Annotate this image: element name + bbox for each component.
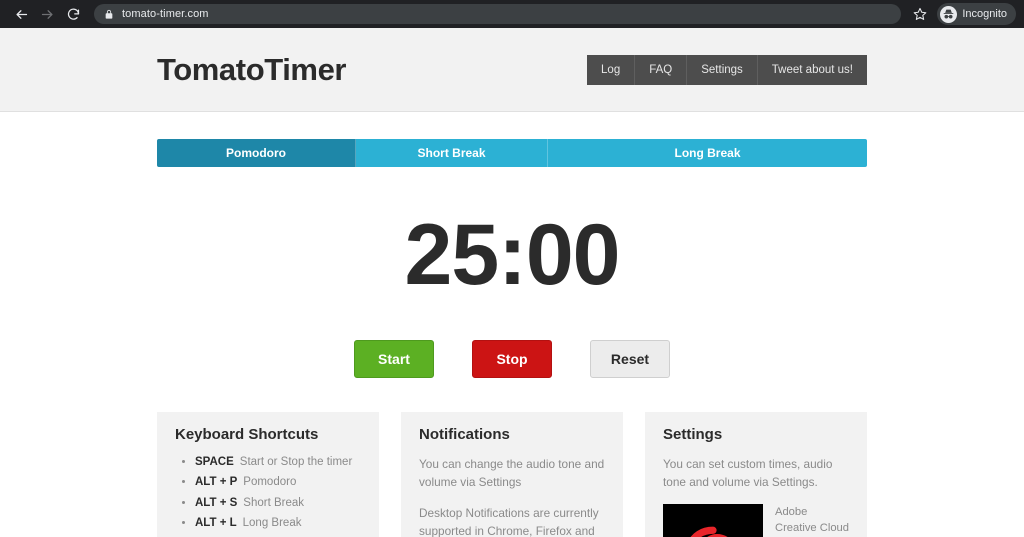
lock-icon bbox=[104, 9, 114, 20]
notifications-paragraph-2: Desktop Notifications are currently supp… bbox=[419, 505, 599, 537]
nav-item-log[interactable]: Log bbox=[587, 54, 636, 85]
chrome-actions: Incognito bbox=[909, 3, 1016, 25]
list-item: SPACE Start or Stop the timer bbox=[195, 455, 361, 469]
shortcut-key: ALT + L bbox=[195, 517, 237, 530]
shortcut-desc: Pomodoro bbox=[243, 476, 297, 489]
panel-title: Keyboard Shortcuts bbox=[175, 426, 319, 443]
arrow-left-icon bbox=[16, 9, 27, 19]
nav-item-tweet[interactable]: Tweet about us! bbox=[758, 55, 867, 85]
info-panels: Keyboard Shortcuts SPACE Start or Stop th… bbox=[157, 412, 867, 537]
timer-controls: Start Stop Reset bbox=[157, 340, 867, 378]
site-header: TomatoTimer Log FAQ Settings Tweet about… bbox=[0, 28, 1024, 112]
browser-toolbar: tomato-timer.com Incognito bbox=[0, 0, 1024, 28]
panel-keyboard-shortcuts: Keyboard Shortcuts SPACE Start or Stop th… bbox=[157, 412, 379, 537]
reload-icon bbox=[67, 8, 79, 20]
tab-long-break[interactable]: Long Break bbox=[548, 139, 867, 167]
panel-title: Notifications bbox=[419, 426, 510, 443]
reload-button[interactable] bbox=[60, 1, 86, 27]
arrow-right-icon bbox=[41, 9, 52, 19]
ad-text: Adobe Creative Cloud for Teams starting … bbox=[775, 505, 849, 535]
panel-settings: Settings You can set custom times, audio… bbox=[645, 412, 867, 537]
tab-short-break[interactable]: Short Break bbox=[356, 139, 548, 167]
incognito-icon bbox=[940, 5, 958, 23]
shortcut-key: SPACE bbox=[195, 456, 234, 468]
panel-title: Settings bbox=[663, 426, 723, 443]
main-nav: Log FAQ Settings Tweet about us! bbox=[587, 54, 867, 85]
start-button[interactable]: Start bbox=[354, 340, 434, 378]
nav-item-settings[interactable]: Settings bbox=[687, 54, 758, 85]
star-icon[interactable] bbox=[909, 7, 931, 21]
panel-notifications: Notifications You can change the audio t… bbox=[401, 412, 623, 537]
advertisement[interactable]: Adobe Creative Cloud for Teams starting … bbox=[663, 503, 849, 537]
ad-copy: Adobe Creative Cloud for Teams starting … bbox=[775, 504, 849, 537]
incognito-label: Incognito bbox=[962, 8, 1007, 20]
stop-button[interactable]: Stop bbox=[472, 340, 552, 378]
ad-image[interactable] bbox=[663, 503, 763, 537]
page-title: TomatoTimer bbox=[157, 52, 347, 87]
main-content: Pomodoro Short Break Long Break 25:00 St… bbox=[157, 112, 867, 537]
shortcut-key: ALT + P bbox=[195, 476, 238, 489]
back-button[interactable] bbox=[8, 1, 34, 27]
list-item: ALT + S Short Break bbox=[195, 496, 361, 510]
list-item: ALT + L Long Break bbox=[195, 516, 361, 530]
shortcut-list: SPACE Start or Stop the timer ALT + P Pomo… bbox=[175, 455, 361, 537]
timer-mode-tabs: Pomodoro Short Break Long Break bbox=[157, 139, 867, 167]
nav-item-faq[interactable]: FAQ bbox=[635, 54, 688, 85]
list-item: ALT + P Pomodoro bbox=[195, 475, 361, 489]
address-bar[interactable]: tomato-timer.com bbox=[94, 4, 902, 24]
timer-display: 25:00 bbox=[404, 207, 621, 303]
header-inner: TomatoTimer Log FAQ Settings Tweet about… bbox=[157, 28, 867, 111]
shortcut-desc: Start or Stop the timer bbox=[239, 456, 353, 468]
shortcut-key: ALT + S bbox=[195, 496, 238, 509]
url-text: tomato-timer.com bbox=[122, 8, 209, 20]
reset-button[interactable]: Reset bbox=[590, 340, 670, 378]
tab-pomodoro[interactable]: Pomodoro bbox=[157, 139, 356, 167]
notifications-paragraph-1: You can change the audio tone and volume… bbox=[419, 457, 605, 490]
forward-button[interactable] bbox=[34, 1, 60, 27]
shortcut-desc: Long Break bbox=[242, 517, 302, 530]
shortcut-desc: Short Break bbox=[243, 496, 305, 509]
incognito-indicator[interactable]: Incognito bbox=[937, 3, 1016, 25]
adobe-creative-cloud-logo bbox=[690, 526, 729, 537]
settings-paragraph: You can set custom times, audio tone and… bbox=[663, 457, 833, 490]
